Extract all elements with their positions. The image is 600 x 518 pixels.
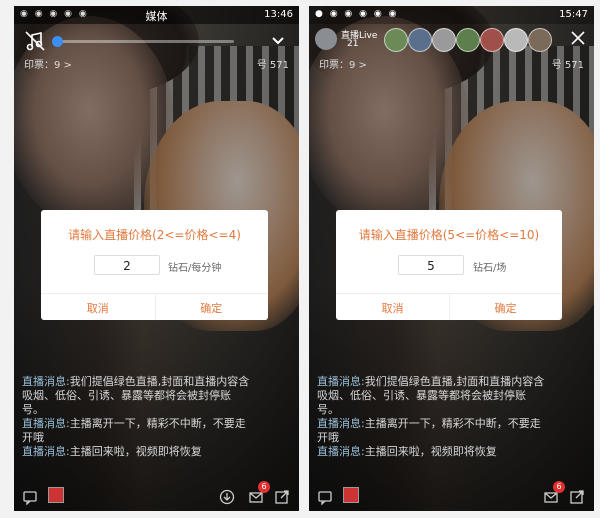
viewer-avatar[interactable]: [480, 28, 504, 52]
dialog-title: 请输入直播价格(5<=价格<=10): [358, 228, 540, 242]
bottom-toolbar: 6: [309, 481, 594, 511]
gift-icon[interactable]: [48, 487, 64, 503]
right-phone-screen: ● ◉ ◉ ◉ ◉ ◉ 15:47 直播Live 21 印票：9 > 号 571…: [309, 6, 594, 511]
bottom-toolbar: 6: [14, 481, 299, 511]
impressions-label[interactable]: 印票：9 >: [24, 56, 72, 71]
slider-knob[interactable]: [52, 36, 63, 47]
chat-message: 直播消息:主播回来啦，视频即将恢复: [22, 445, 202, 458]
status-time: 15:47: [559, 9, 588, 20]
chat-message: 直播消息:主播回来啦，视频即将恢复: [317, 445, 497, 458]
confirm-button[interactable]: 确定: [449, 300, 562, 316]
status-time: 13:46: [264, 9, 293, 20]
chat-messages: 直播消息:我们提倡绿色直播,封面和直播内容含吸烟、低俗、引诱、暴露等都将会被封停…: [22, 375, 252, 459]
system-icons: ● ◉ ◉ ◉ ◉ ◉: [315, 9, 399, 19]
share-icon[interactable]: [219, 489, 235, 505]
music-off-icon[interactable]: [24, 30, 46, 52]
viewer-avatar[interactable]: [456, 28, 480, 52]
viewer-avatar[interactable]: [504, 28, 528, 52]
chat-icon[interactable]: [317, 489, 333, 505]
exit-icon[interactable]: [274, 489, 290, 505]
price-unit: 钻石/场: [473, 263, 507, 274]
price-dialog: 请输入直播价格(2<=价格<=4) 2 钻石/每分钟 取消 确定: [41, 210, 268, 320]
status-title: 媒体: [145, 10, 168, 23]
chat-icon[interactable]: [22, 489, 38, 505]
room-number: 号 571: [256, 60, 289, 71]
price-input[interactable]: 2: [94, 255, 160, 275]
mail-badge: 6: [553, 481, 565, 493]
cancel-button[interactable]: 取消: [336, 300, 449, 316]
host-avatar[interactable]: [315, 28, 337, 50]
chat-message: 直播消息:我们提倡绿色直播,封面和直播内容含吸烟、低俗、引诱、暴露等都将会被封停…: [22, 375, 250, 416]
status-bar: ● ◉ ◉ ◉ ◉ ◉ 15:47: [309, 6, 594, 24]
close-icon[interactable]: [570, 30, 586, 46]
host-info-row: 直播Live 21: [309, 26, 594, 56]
left-phone-screen: ◉ ◉ ◉ ◉ ◉ 媒体 13:46 印票：9 > 号 571 请输入直播价格(…: [14, 6, 299, 511]
chat-message: 直播消息:主播离开一下，精彩不中断，不要走开哦: [317, 417, 541, 444]
viewer-avatar[interactable]: [384, 28, 408, 52]
music-volume-slider[interactable]: [52, 36, 234, 47]
viewer-avatar[interactable]: [432, 28, 456, 52]
gift-icon[interactable]: [343, 487, 359, 503]
exit-icon[interactable]: [569, 489, 585, 505]
dialog-title: 请输入直播价格(2<=价格<=4): [68, 228, 241, 242]
mail-badge: 6: [258, 481, 270, 493]
price-unit: 钻石/每分钟: [168, 263, 222, 274]
viewer-avatar[interactable]: [408, 28, 432, 52]
music-control-row: [14, 28, 299, 58]
cancel-button[interactable]: 取消: [41, 300, 155, 316]
viewer-count: 21: [347, 39, 359, 49]
chat-message: 直播消息:主播离开一下，精彩不中断，不要走开哦: [22, 417, 246, 444]
chevron-down-icon[interactable]: [271, 34, 285, 48]
impressions-label[interactable]: 印票：9 >: [319, 56, 367, 71]
confirm-button[interactable]: 确定: [155, 300, 269, 316]
room-number: 号 571: [551, 60, 584, 71]
price-dialog: 请输入直播价格(5<=价格<=10) 5 钻石/场 取消 确定: [336, 210, 562, 320]
chat-message: 直播消息:我们提倡绿色直播,封面和直播内容含吸烟、低俗、引诱、暴露等都将会被封停…: [317, 375, 545, 416]
status-bar: ◉ ◉ ◉ ◉ ◉ 媒体 13:46: [14, 6, 299, 24]
price-input[interactable]: 5: [398, 255, 464, 275]
chat-messages: 直播消息:我们提倡绿色直播,封面和直播内容含吸烟、低俗、引诱、暴露等都将会被封停…: [317, 375, 547, 459]
viewer-avatar[interactable]: [528, 28, 552, 52]
